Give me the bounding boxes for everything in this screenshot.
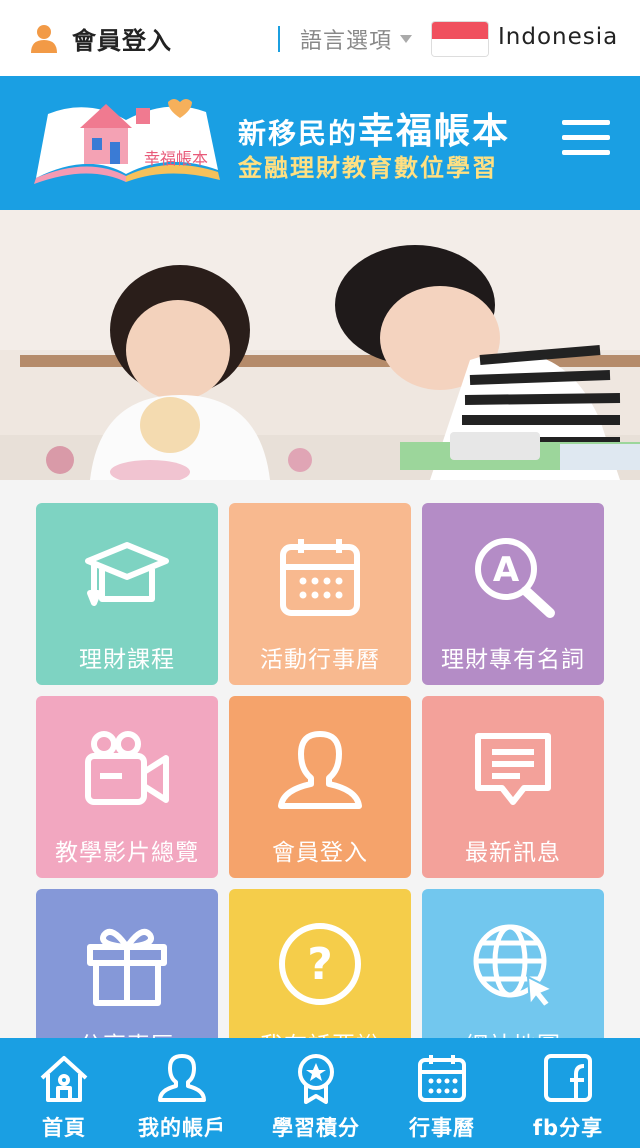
hamburger-menu-icon[interactable] [562, 120, 610, 164]
glossary-search-icon: A [475, 538, 555, 618]
tile-label: 活動行事曆 [260, 647, 380, 673]
tile-label: 理財課程 [79, 647, 175, 673]
gift-icon [87, 929, 167, 1006]
logo[interactable]: 幸福帳本 [28, 90, 224, 198]
language-select-label: 語言選項 [300, 29, 393, 54]
globe-icon [473, 924, 555, 1009]
nav-learning-points[interactable]: 學習積分 [252, 1038, 380, 1148]
graduation-cap-icon [85, 542, 169, 606]
nav-calendar[interactable]: 行事曆 [378, 1038, 506, 1148]
language-value[interactable]: Indonesia [498, 24, 618, 50]
top-bar: 會員登入 語言選項 Indonesia [0, 0, 640, 76]
tile-video-overview[interactable]: 教學影片總覽 [36, 696, 218, 878]
badge-icon [298, 1054, 334, 1104]
home-icon [40, 1056, 88, 1102]
member-login-link[interactable]: 會員登入 [28, 20, 172, 56]
nav-label: 我的帳戶 [138, 1116, 226, 1140]
tile-label: 網站地圖 [422, 1026, 604, 1038]
divider [278, 26, 280, 52]
children-playing-image [0, 210, 640, 480]
tile-glossary[interactable]: A 理財專有名詞 [422, 503, 604, 685]
member-login-label: 會員登入 [72, 26, 172, 55]
video-camera-icon [85, 731, 169, 805]
account-icon [158, 1054, 206, 1102]
tile-event-calendar[interactable]: 活動行事曆 [229, 503, 411, 685]
chevron-down-icon [400, 35, 413, 43]
tile-label: 會員登入 [272, 840, 368, 866]
nav-my-account[interactable]: 我的帳戶 [118, 1038, 246, 1148]
hero-image [0, 210, 640, 480]
nav-label: 學習積分 [272, 1116, 360, 1140]
feature-grid: 理財課程 活動行事曆 A 理財專有名詞 教學影片總覽 會員登入 最新訊息 ? [0, 480, 640, 1038]
language-select[interactable]: 語言選項 [300, 22, 413, 56]
nav-label: 首頁 [42, 1116, 86, 1140]
facebook-icon [544, 1054, 592, 1102]
logo-text: 幸福帳本 [144, 149, 208, 168]
tile-financial-courses[interactable]: 理財課程 [36, 503, 218, 685]
svg-text:?: ? [307, 939, 333, 990]
calendar-icon [418, 1055, 466, 1102]
tile-latest-news[interactable]: 最新訊息 [422, 696, 604, 878]
tile-label: 最新訊息 [465, 840, 561, 866]
nav-home[interactable]: 首頁 [0, 1038, 128, 1148]
nav-fb-share[interactable]: fb分享 [504, 1038, 632, 1148]
member-icon [278, 731, 362, 809]
nav-label: fb分享 [532, 1116, 604, 1140]
tile-label: 理財專有名詞 [441, 647, 585, 673]
site-subtitle: 金融理財教育數位學習 [238, 154, 498, 182]
site-title-prefix: 新移民的 [238, 117, 359, 150]
svg-text:A: A [493, 550, 520, 590]
tile-sitemap[interactable]: 網站地圖 [422, 889, 604, 1038]
person-icon [31, 25, 57, 53]
tile-feedback[interactable]: ? 我有話要說 [229, 889, 411, 1038]
tile-sharing-zone[interactable]: 分享專區 [36, 889, 218, 1038]
tile-label: 分享專區 [36, 1026, 218, 1038]
site-header: 幸福帳本 新移民的幸福帳本 金融理財教育數位學習 [0, 76, 640, 210]
nav-label: 行事曆 [409, 1116, 475, 1140]
tile-member-login[interactable]: 會員登入 [229, 696, 411, 878]
tile-label: 我有話要說 [229, 1026, 411, 1038]
message-icon [475, 733, 551, 805]
tile-label: 教學影片總覽 [55, 840, 199, 866]
site-title: 新移民的幸福帳本 [238, 102, 510, 154]
calendar-icon [280, 539, 360, 616]
site-title-main: 幸福帳本 [358, 111, 511, 152]
bottom-navigation: 首頁 我的帳戶 學習積分 行事曆 fb分享 [0, 1038, 640, 1148]
indonesia-flag-icon[interactable] [432, 22, 488, 56]
question-icon: ? [279, 923, 361, 1005]
